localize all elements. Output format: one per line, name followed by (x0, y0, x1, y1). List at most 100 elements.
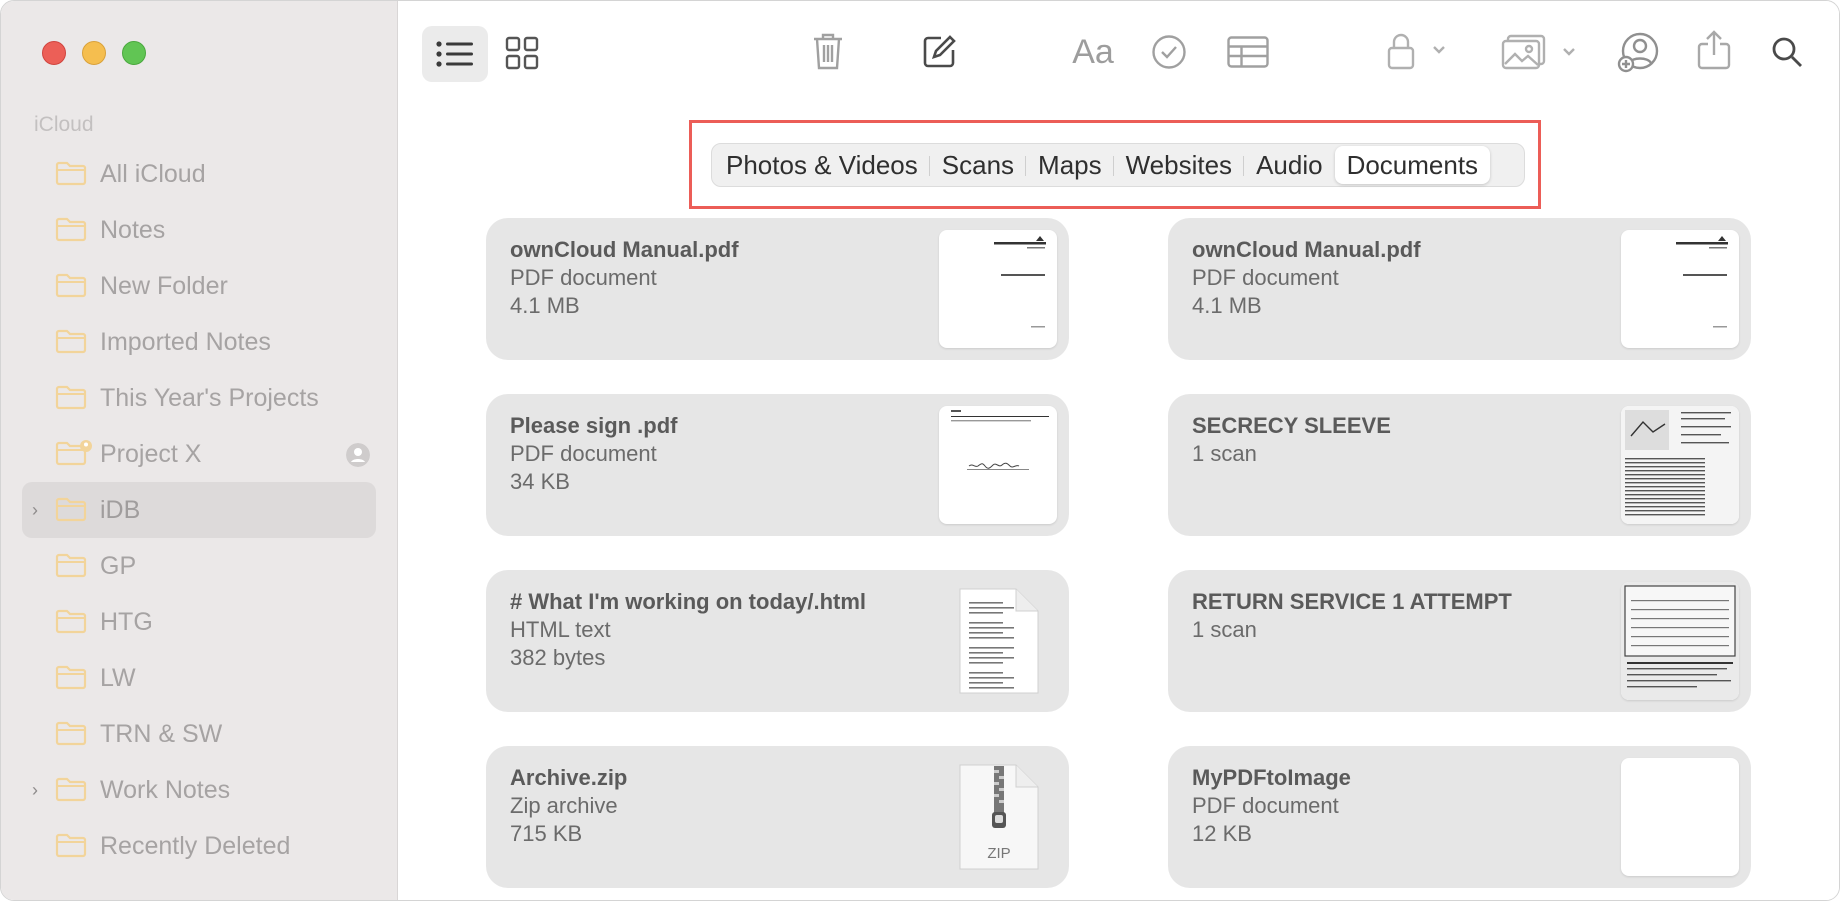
collaborate-button[interactable] (1616, 31, 1660, 73)
attachment-category-tabs: Photos & Videos Scans Maps Websites Audio Doc… (711, 143, 1525, 187)
folder-icon (55, 665, 87, 690)
zip-label: ZIP (987, 845, 1011, 862)
table-icon (1227, 36, 1269, 68)
folder-icon (55, 385, 87, 410)
attachment-card[interactable]: Archive.zip Zip archive 715 KB ZIP (486, 746, 1069, 888)
tab-audio[interactable]: Audio (1244, 146, 1335, 184)
tab-photos-videos[interactable]: Photos & Videos (714, 146, 930, 184)
tab-maps[interactable]: Maps (1026, 146, 1114, 184)
folder-label: Imported Notes (100, 327, 271, 356)
sidebar-folder-item[interactable]: TRN & SW (22, 706, 376, 762)
attachment-card[interactable]: ownCloud Manual.pdf PDF document 4.1 MB (1168, 218, 1751, 360)
sidebar-section-label: iCloud (34, 113, 94, 136)
folder-label: Work Notes (100, 775, 231, 804)
folder-icon (55, 497, 87, 522)
attachment-kind: PDF document (510, 441, 657, 466)
sidebar-folder-item[interactable]: › iDB (22, 482, 376, 538)
attachment-kind: 1 scan (1192, 617, 1257, 642)
share-button[interactable] (1696, 29, 1732, 71)
attachment-size: 382 bytes (510, 645, 606, 670)
format-button[interactable]: Aa (1068, 33, 1118, 71)
delete-button[interactable] (812, 31, 844, 71)
attachment-kind: PDF document (1192, 265, 1339, 290)
tab-scans[interactable]: Scans (930, 146, 1027, 184)
folder-icon (55, 609, 87, 634)
minimize-window-button[interactable] (82, 41, 106, 65)
attachment-card[interactable]: Please sign .pdf PDF document 34 KB (486, 394, 1069, 536)
folder-label: This Year's Projects (100, 383, 319, 412)
attachment-kind: 1 scan (1192, 441, 1257, 466)
add-media-button[interactable] (1500, 33, 1580, 71)
folder-label: GP (100, 551, 137, 580)
sidebar-folder-item[interactable]: Project X (22, 426, 376, 482)
sidebar-folder-item[interactable]: Imported Notes (22, 314, 376, 370)
folder-icon (55, 161, 87, 186)
table-button[interactable] (1226, 35, 1270, 69)
attachment-kind: PDF document (1192, 793, 1339, 818)
sidebar-folder-item[interactable]: › Work Notes (22, 762, 376, 818)
media-icon (1501, 34, 1575, 70)
sidebar-folder-item[interactable]: Recently Deleted (22, 818, 376, 874)
attachment-size: 4.1 MB (1192, 293, 1262, 318)
disclosure-chevron-icon[interactable]: › (32, 781, 44, 799)
zoom-window-button[interactable] (122, 41, 146, 65)
folder-icon (55, 329, 87, 354)
gallery-view-button[interactable] (504, 35, 540, 71)
attachment-card[interactable]: SECRECY SLEEVE 1 scan (1168, 394, 1751, 536)
folder-label: HTG (100, 607, 153, 636)
attachment-title: ownCloud Manual.pdf (1192, 237, 1421, 262)
attachment-kind: PDF document (510, 265, 657, 290)
attachment-card[interactable]: ownCloud Manual.pdf PDF document 4.1 MB (486, 218, 1069, 360)
sidebar-folder-item[interactable]: New Folder (22, 258, 376, 314)
folder-icon (55, 217, 87, 242)
attachment-kind: HTML text (510, 617, 611, 642)
attachment-kind: Zip archive (510, 793, 618, 818)
attachments-browser: Aa Photos & Videos Scans Maps Websites Audio… (398, 1, 1839, 900)
attachment-card[interactable]: # What I'm working on today/.html HTML te… (486, 570, 1069, 712)
folder-label: Recently Deleted (100, 831, 291, 860)
scan-thumbnail (1621, 406, 1739, 524)
attachment-size: 4.1 MB (510, 293, 580, 318)
attachment-size: 34 KB (510, 469, 570, 494)
shared-person-icon (346, 443, 370, 467)
html-file-icon (959, 588, 1039, 694)
pdf-thumbnail (939, 406, 1057, 524)
folder-label: iDB (100, 495, 141, 524)
sidebar-folder-item[interactable]: Notes (22, 202, 376, 258)
folder-label: TRN & SW (100, 719, 223, 748)
folder-label: Project X (100, 439, 202, 468)
list-view-button[interactable] (422, 26, 488, 82)
checklist-icon (1152, 35, 1186, 69)
pdf-thumbnail (1621, 758, 1739, 876)
attachment-card[interactable]: MyPDFtoImage PDF document 12 KB (1168, 746, 1751, 888)
disclosure-chevron-icon[interactable]: › (32, 501, 44, 519)
close-window-button[interactable] (42, 41, 66, 65)
attachment-title: MyPDFtoImage (1192, 765, 1351, 790)
new-note-button[interactable] (922, 33, 958, 69)
folder-icon (55, 833, 87, 858)
folder-icon (55, 777, 87, 802)
folder-label: All iCloud (100, 159, 206, 188)
search-button[interactable] (1770, 35, 1804, 69)
shared-folder-badge-icon (80, 440, 92, 452)
lock-note-button[interactable] (1386, 31, 1450, 71)
tab-websites[interactable]: Websites (1114, 146, 1245, 184)
attachment-title: ownCloud Manual.pdf (510, 237, 739, 262)
folder-icon (55, 273, 87, 298)
sidebar-folder-item[interactable]: This Year's Projects (22, 370, 376, 426)
sidebar-folder-item[interactable]: HTG (22, 594, 376, 650)
folder-label: LW (100, 663, 136, 692)
sidebar-folder-item[interactable]: LW (22, 650, 376, 706)
attachment-card[interactable]: RETURN SERVICE 1 ATTEMPT 1 scan (1168, 570, 1751, 712)
folder-icon (55, 721, 87, 746)
tab-documents[interactable]: Documents (1334, 146, 1491, 184)
sidebar-folder-item[interactable]: All iCloud (22, 146, 376, 202)
list-view-icon (436, 41, 473, 67)
zip-file-icon: ZIP (959, 764, 1039, 870)
attachment-title: RETURN SERVICE 1 ATTEMPT (1192, 589, 1512, 614)
format-text-icon: Aa (1072, 32, 1114, 71)
sidebar-folder-item[interactable]: GP (22, 538, 376, 594)
checklist-button[interactable] (1150, 33, 1188, 71)
attachment-size: 12 KB (1192, 821, 1252, 846)
attachment-title: Please sign .pdf (510, 413, 678, 438)
